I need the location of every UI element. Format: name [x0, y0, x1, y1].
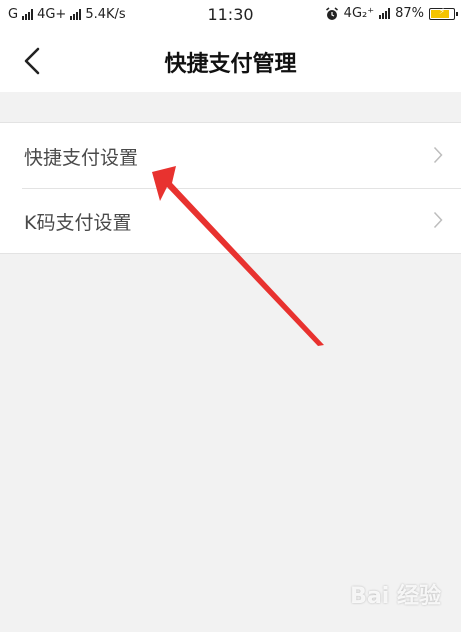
watermark: Bai 经验 [350, 584, 441, 609]
alarm-clock-icon [325, 6, 338, 20]
status-right: 4G₂⁺ 87% ⚡ [325, 6, 458, 21]
network-type: 4G₂⁺ [343, 6, 375, 21]
status-bar: G 4G+ 5.4K/s 11:30 4G₂⁺ 87% ⚡ [0, 0, 461, 30]
screen: G 4G+ 5.4K/s 11:30 4G₂⁺ 87% ⚡ 快捷支付管理 快捷支… [0, 0, 461, 632]
annotation-arrow [152, 166, 324, 346]
chevron-right-icon [433, 146, 443, 164]
charging-bolt-icon: ⚡ [438, 6, 446, 17]
chevron-right-icon [433, 211, 443, 229]
list-item-label: K码支付设置 [24, 212, 132, 234]
list-item-quick-pay-settings[interactable]: 快捷支付设置 [0, 123, 461, 188]
settings-list: 快捷支付设置 K码支付设置 [0, 122, 461, 254]
battery-icon: ⚡ [429, 6, 458, 20]
list-item-label: 快捷支付设置 [24, 147, 139, 169]
nav-bar: 快捷支付管理 [0, 30, 461, 92]
list-item-k-code-pay-settings[interactable]: K码支付设置 [0, 188, 461, 253]
signal-icon [379, 8, 391, 19]
battery-percent: 87% [395, 6, 424, 21]
page-title: 快捷支付管理 [164, 52, 297, 77]
